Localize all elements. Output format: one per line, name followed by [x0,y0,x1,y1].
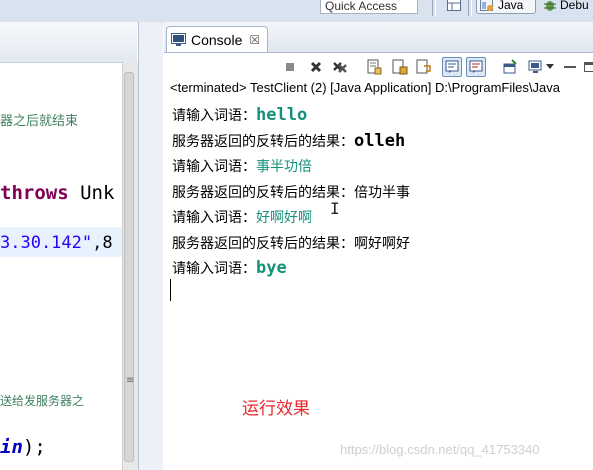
perspective-java-label: Java [498,0,524,12]
console-prompt: 请输入词语： [172,261,256,277]
console-server-response: 啊好啊好 [354,235,410,252]
debug-perspective-icon [544,0,556,11]
console-user-input: bye [256,258,287,278]
pin-console-icon[interactable] [500,57,520,77]
scroll-lock-icon[interactable] [390,57,410,77]
console-status-line: <terminated> TestClient (2) [Java Applic… [170,80,560,95]
editor-scroll-thumb[interactable] [124,72,134,462]
show-on-stdout-icon[interactable] [442,57,462,77]
word-wrap-icon[interactable] [414,57,434,77]
console-user-input: 事半功倍 [256,159,312,175]
console-toolbar [164,53,593,79]
remove-launch-icon[interactable] [306,57,326,77]
keyword-throws: throws [0,182,69,204]
close-icon[interactable]: ☒ [249,33,260,47]
console-prompt: 服务器返回的反转后的结果： [172,235,354,252]
console-line: 请输入词语：hello [172,102,592,128]
console-server-response: olleh [354,130,406,151]
main-toolbar: Quick Access Java Debu [0,0,593,23]
toolbar-separator [432,0,436,16]
code-editor[interactable]: 器之后就结束 throws Unk 3.30.142",8 送给发服务器之 in… [0,22,138,470]
console-view: Console ☒ <terminated> TestClient (2) [J… [164,22,593,470]
code-text: ,8 [92,233,113,253]
static-field: in [0,436,23,458]
minimize-icon[interactable] [560,57,580,77]
console-prompt: 服务器返回的反转后的结果： [172,184,354,201]
code-throws-line: throws Unk [0,182,114,204]
display-console-icon[interactable] [526,57,546,77]
terminate-icon[interactable] [280,57,300,77]
console-line: 服务器返回的反转后的结果：啊好啊好 [172,230,592,256]
java-perspective-icon [480,0,493,11]
clear-console-icon[interactable] [364,57,384,77]
remove-all-icon[interactable] [330,57,350,77]
quick-access-input[interactable]: Quick Access [320,0,418,14]
console-server-response: 倍功半事 [354,184,410,201]
code-text: Unk [68,182,115,204]
perspective-debug-button[interactable]: Debu [543,0,593,14]
code-highlighted-line: 3.30.142",8 [0,227,122,257]
console-line: 服务器返回的反转后的结果：olleh [172,128,592,154]
open-perspective-icon[interactable] [444,0,464,14]
perspective-java-button[interactable]: Java [476,0,536,14]
editor-view-border [138,22,163,470]
console-user-input: 好啊好啊 [256,210,312,226]
console-prompt: 请输入词语： [172,108,256,124]
perspective-debug-label: Debu [560,0,589,12]
watermark: https://blog.csdn.net/qq_41753340 [340,442,540,457]
text-caret [170,279,171,301]
console-output-area[interactable]: 请输入词语：hello 服务器返回的反转后的结果：olleh 请输入词语：事半功… [172,102,592,281]
console-prompt: 服务器返回的反转后的结果： [172,133,354,150]
console-user-input: hello [256,105,308,125]
code-comment-line: 器之后就结束 [0,114,79,129]
tab-console[interactable]: Console ☒ [166,26,268,52]
console-line: 服务器返回的反转后的结果：倍功半事 [172,179,592,205]
console-tab-label: Console [191,31,243,48]
toolbar-separator [468,0,472,16]
code-comment-line: 送给发服务器之 [0,394,85,408]
scroll-grip-icon: ≡ [126,375,135,386]
result-caption: 运行效果 [242,399,310,419]
code-text: ); [22,436,46,458]
console-prompt: 请输入词语： [172,210,256,226]
console-line: 请输入词语：bye [172,255,592,281]
console-icon [171,33,186,46]
string-literal: 3.30.142" [0,233,93,253]
console-prompt: 请输入词语： [172,159,256,175]
editor-tab-area [0,22,137,63]
console-line: 请输入词语：好啊好啊 [172,204,592,230]
mouse-ibeam-cursor-icon: I [330,199,340,218]
view-menu-icon[interactable] [544,57,556,77]
console-line: 请输入词语：事半功倍 [172,153,592,179]
code-in-line: in); [0,436,46,458]
maximize-icon[interactable] [580,57,593,77]
show-on-stderr-icon[interactable] [466,57,486,77]
